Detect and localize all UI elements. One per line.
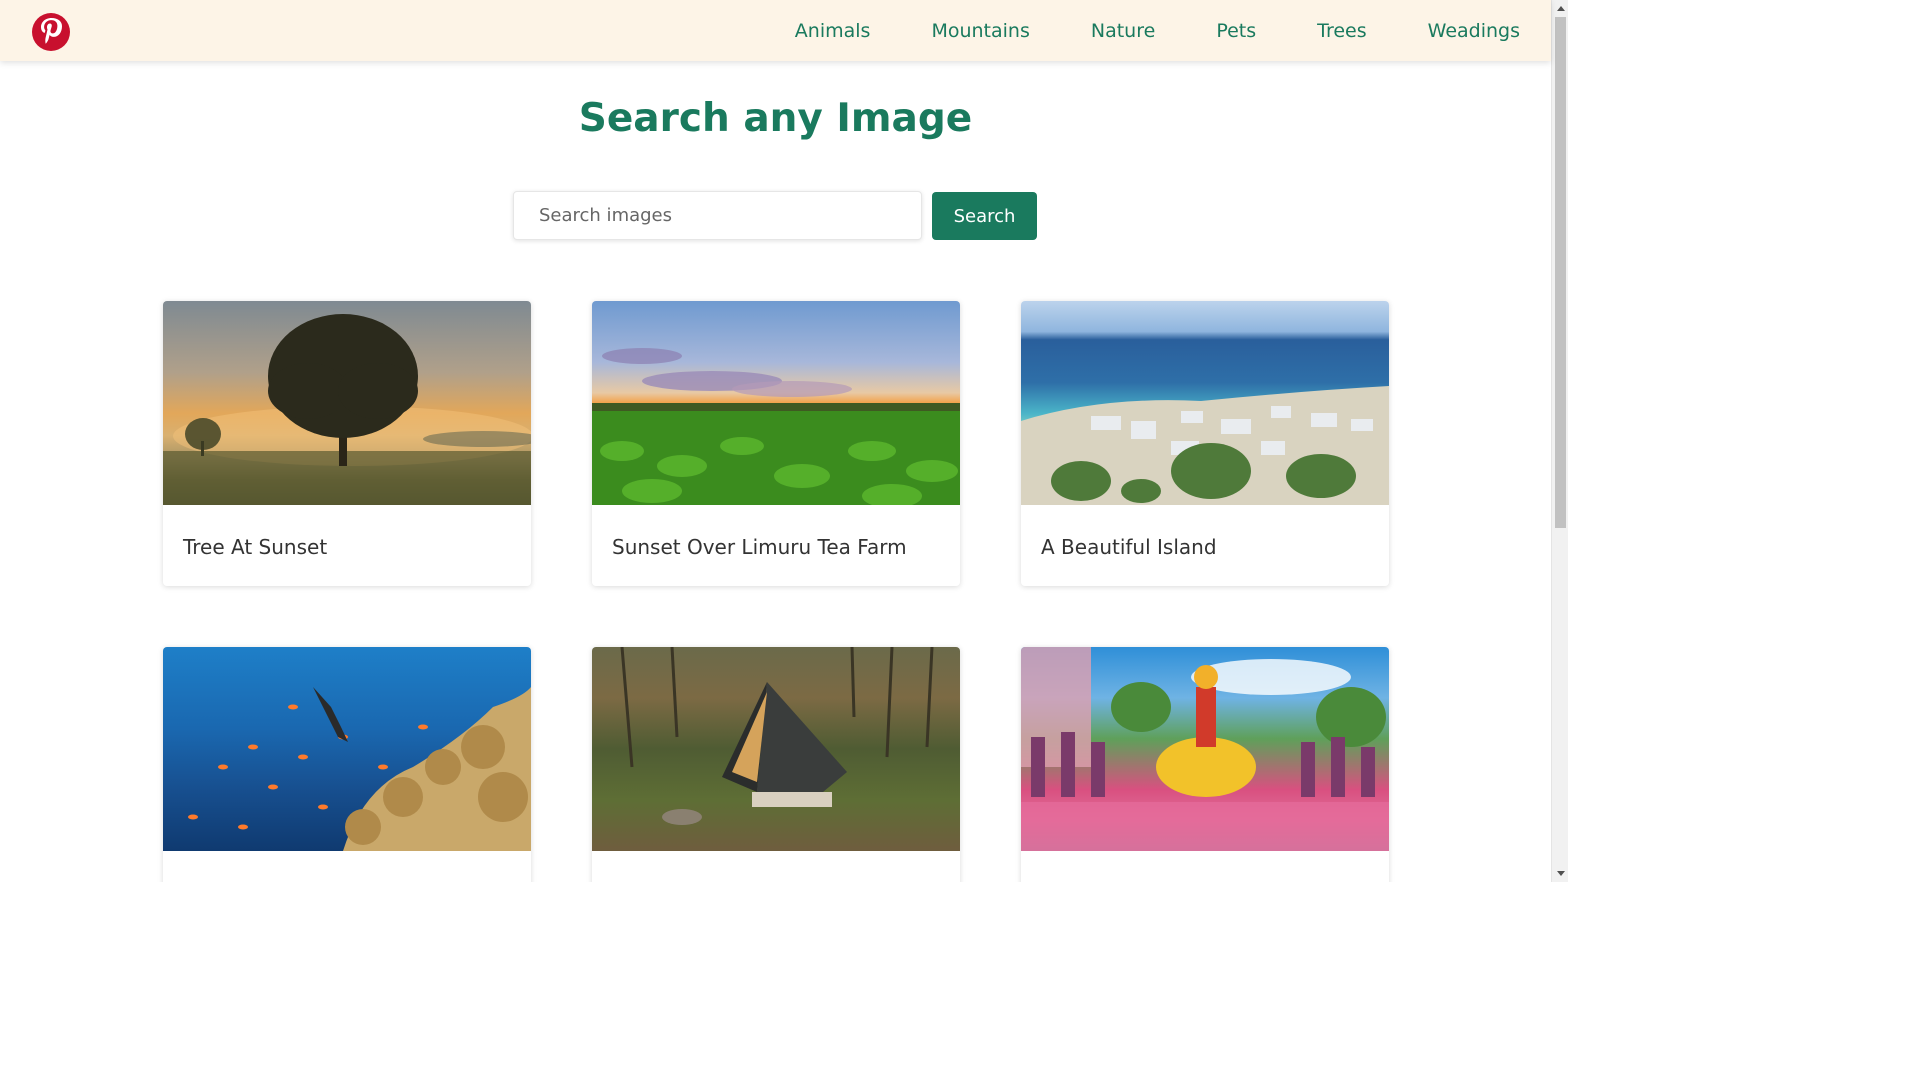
vertical-scrollbar[interactable] [1551, 0, 1568, 882]
card-title [1021, 851, 1389, 881]
tree-sunset-photo [163, 314, 531, 505]
image-card[interactable]: Sunset Over Limuru Tea Farm [592, 301, 960, 586]
card-image [1021, 647, 1389, 851]
image-card[interactable]: Tree At Sunset [163, 301, 531, 586]
nav-link-mountains[interactable]: Mountains [931, 20, 1029, 42]
card-image [592, 647, 960, 851]
card-title: Sunset Over Limuru Tea Farm [612, 535, 907, 559]
pinterest-logo-icon[interactable] [32, 13, 70, 51]
tea-farm-photo [592, 348, 960, 505]
card-title: A Beautiful Island [1041, 535, 1217, 559]
card-title [592, 851, 960, 881]
image-card[interactable]: A Beautiful Island [1021, 301, 1389, 586]
search-button[interactable]: Search [932, 192, 1037, 240]
image-card[interactable] [1021, 647, 1389, 882]
nav-link-pets[interactable]: Pets [1216, 20, 1256, 42]
page: Animals Mountains Nature Pets Trees Wead… [0, 0, 1568, 882]
festival-photo [1021, 647, 1389, 851]
scroll-up-arrow-icon[interactable] [1552, 0, 1568, 17]
nav-link-animals[interactable]: Animals [795, 20, 871, 42]
card-image [163, 301, 531, 505]
nav-links: Animals Mountains Nature Pets Trees Wead… [734, 0, 1520, 61]
nav-link-nature[interactable]: Nature [1091, 20, 1155, 42]
card-image [1021, 301, 1389, 505]
image-grid: Tree At Sunset Sunset Over Limuru Tea Fa… [163, 301, 1389, 882]
card-image [163, 647, 531, 851]
search-input[interactable] [513, 191, 922, 240]
island-photo [1021, 386, 1389, 505]
card-title: Tree At Sunset [183, 535, 328, 559]
page-title: Search any Image [578, 96, 973, 141]
card-image [592, 301, 960, 505]
reef-photo [188, 687, 531, 851]
nav-link-trees[interactable]: Trees [1317, 20, 1367, 42]
image-card[interactable] [163, 647, 531, 882]
navbar: Animals Mountains Nature Pets Trees Wead… [0, 0, 1551, 61]
image-card[interactable] [592, 647, 960, 882]
scrollbar-thumb[interactable] [1555, 17, 1566, 528]
cabin-photo [620, 647, 934, 825]
card-title [163, 851, 531, 881]
search-form: Search [513, 191, 1037, 240]
nav-link-weadings[interactable]: Weadings [1428, 20, 1520, 42]
pinterest-p-icon [41, 18, 62, 44]
scroll-down-arrow-icon[interactable] [1552, 865, 1568, 882]
